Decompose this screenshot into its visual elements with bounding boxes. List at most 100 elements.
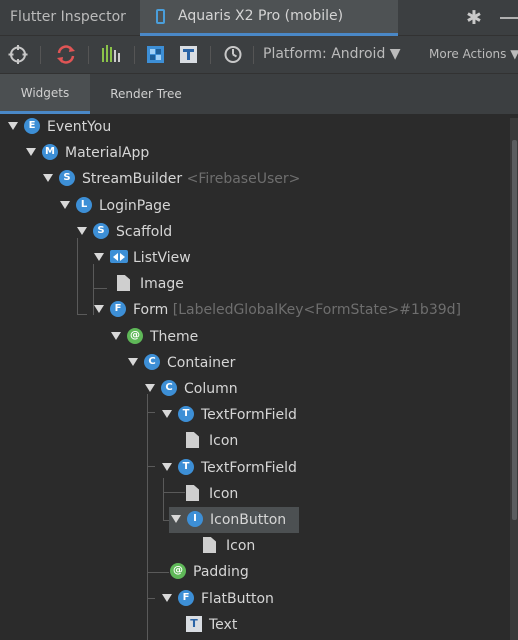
tree-node-label: MaterialApp [65,140,149,166]
widget-name: EventYou [47,119,112,135]
widget-name: Column [184,381,238,397]
tree-node-theme[interactable]: @ Theme [0,324,510,350]
tree-node-label: Column [184,376,238,402]
tree-node-text[interactable]: T Text [0,612,510,638]
inspector-tabs: Widgets Render Tree [0,74,518,114]
expand-arrow-icon[interactable] [128,358,138,366]
widget-badge-icon: F [110,301,126,317]
expand-arrow-icon[interactable] [60,201,70,209]
tree-node-icon[interactable]: Icon [0,481,510,507]
minimize-icon[interactable] [500,17,518,19]
inspector-toolbar: Platform: Android ▼ More Actions ▼ [0,36,518,74]
widget-badge-icon: M [42,144,58,160]
tree-node-label: Theme [150,324,198,350]
tree-node-iconbutton[interactable]: I IconButton [0,507,510,533]
widget-file-icon [186,485,199,501]
tree-node-label: Container [167,350,235,376]
tree-node-container[interactable]: C Container [0,350,510,376]
tool-window-title: Flutter Inspector [10,9,126,25]
tree-node-scaffold[interactable]: S Scaffold [0,219,510,245]
expand-arrow-icon[interactable] [94,305,104,313]
slow-animations-icon[interactable] [221,36,245,73]
tree-node-icon[interactable]: Icon [0,428,510,454]
toolbar-divider [88,46,89,64]
tree-node-label: IconButton [210,507,286,533]
device-tab[interactable]: Aquaris X2 Pro (mobile) [140,0,398,36]
more-actions-dropdown[interactable]: More Actions ▼ [429,36,518,73]
tree-node-textformfield[interactable]: T TextFormField [0,402,510,428]
widget-name: Scaffold [116,224,173,240]
tree-node-listview[interactable]: ListView [0,245,510,271]
tree-node-label: FlatButton [201,586,274,612]
widget-name: LoginPage [99,198,171,214]
expand-arrow-icon[interactable] [26,148,36,156]
expand-arrow-icon[interactable] [43,174,53,182]
tree-node-label: ListView [133,245,191,271]
widget-file-icon [117,275,130,291]
tree-node-label: Image [140,271,184,297]
expand-arrow-icon[interactable] [162,463,172,471]
widget-file-icon [203,537,216,553]
widget-badge-icon: C [144,354,160,370]
text-icon[interactable] [178,36,200,73]
widget-file-icon [186,432,199,448]
tab-widgets[interactable]: Widgets [0,74,90,114]
expand-arrow-icon[interactable] [77,227,87,235]
widget-name: FlatButton [201,591,274,607]
tree-node-image[interactable]: Image [0,271,510,297]
tree-node-form[interactable]: F Form [LabeledGlobalKey<FormState>#1b39d… [0,297,510,323]
tree-node-loginpage[interactable]: L LoginPage [0,193,510,219]
tree-node-textformfield[interactable]: T TextFormField [0,455,510,481]
widget-name: Container [167,355,236,371]
inspector-title-bar: Flutter Inspector Aquaris X2 Pro (mobile… [0,0,518,36]
tree-node-padding[interactable]: @ Padding [0,559,510,585]
expand-arrow-icon[interactable] [162,410,172,418]
widget-badge-icon: E [24,118,40,134]
widget-name: TextFormField [201,460,297,476]
widget-badge-icon: I [187,511,203,527]
mobile-phone-icon [156,9,165,24]
debug-paint-icon[interactable] [145,36,167,73]
widget-name: Padding [193,564,249,580]
toolbar-divider [253,46,254,64]
tree-node-column[interactable]: C Column [0,376,510,402]
tree-node-label: EventYou [47,114,111,140]
widget-badge-icon: F [178,590,194,606]
expand-arrow-icon[interactable] [171,515,181,523]
tree-node-label: Padding [193,559,249,585]
tree-node-eventyou[interactable]: E EventYou [0,114,510,140]
tab-render-tree[interactable]: Render Tree [96,74,196,114]
tree-node-icon[interactable]: Icon [0,533,510,559]
tree-node-materialapp[interactable]: M MaterialApp [0,140,510,166]
widget-badge-icon: S [59,170,75,186]
tree-node-flatbutton[interactable]: F FlatButton [0,586,510,612]
gear-icon[interactable]: ✱ [462,6,486,30]
tree-node-label: TextFormField [201,455,297,481]
tree-node-label: Text [209,612,237,638]
widget-name: MaterialApp [65,145,150,161]
refresh-icon[interactable] [54,36,78,73]
widget-badge-icon: T [178,406,194,422]
expand-arrow-icon[interactable] [111,332,121,340]
select-widget-icon[interactable] [6,36,30,73]
tree-node-label: Icon [209,481,238,507]
widget-name: TextFormField [201,407,297,423]
expand-arrow-icon[interactable] [145,384,155,392]
performance-icon[interactable] [100,36,124,73]
widget-name: ListView [133,250,191,266]
tree-node-label: LoginPage [99,193,171,219]
widget-badge-icon: S [93,223,109,239]
tree-scrollbar-thumb[interactable] [512,140,517,520]
expand-arrow-icon[interactable] [162,594,172,602]
expand-arrow-icon[interactable] [8,122,18,130]
tree-node-label: TextFormField [201,402,297,428]
widget-badge-icon: L [76,197,92,213]
expand-arrow-icon[interactable] [94,253,104,261]
widget-type-argument: [LabeledGlobalKey<FormState>#1b39d] [168,302,461,318]
widget-badge-icon: C [161,380,177,396]
tree-node-streambuilder[interactable]: S StreamBuilder <FirebaseUser> [0,166,510,192]
device-tab-label: Aquaris X2 Pro (mobile) [178,8,344,24]
platform-dropdown[interactable]: Platform: Android ▼ [263,36,401,73]
tree-node-label: Icon [209,428,238,454]
widget-tree: E EventYou M MaterialApp S StreamBuilder <Fir… [0,114,518,640]
